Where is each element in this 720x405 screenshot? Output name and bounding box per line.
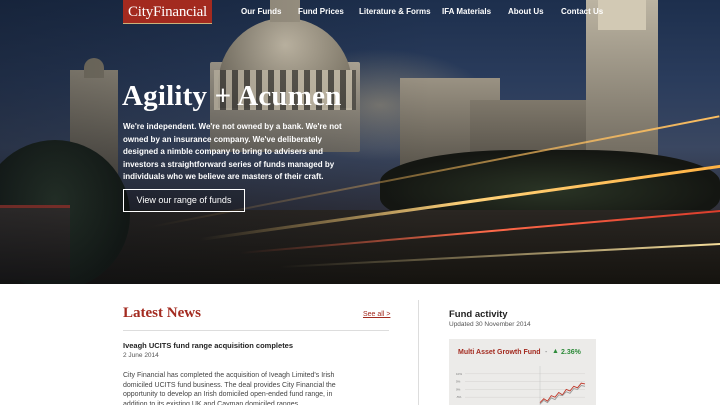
divider <box>123 330 389 331</box>
fund-updated-date: Updated 30 November 2014 <box>449 321 531 328</box>
latest-news-heading: Latest News <box>123 305 201 321</box>
fund-activity-heading: Fund activity <box>449 309 508 320</box>
nav-contact-us[interactable]: Contact Us <box>561 7 603 16</box>
logo[interactable]: CityFinancial <box>123 0 212 24</box>
hero-overlay <box>0 0 720 284</box>
news-body: City Financial has completed the acquisi… <box>123 372 336 405</box>
fund-separator: - <box>545 349 548 356</box>
y-tick-label: 10% <box>456 372 462 376</box>
y-tick-label: -5% <box>456 395 462 399</box>
chart-lines <box>539 382 586 405</box>
chart-ticks: 10% 5% 0% -5% <box>456 372 462 399</box>
nav-literature-forms[interactable]: Literature & Forms <box>359 7 431 16</box>
y-tick-label: 0% <box>456 387 461 391</box>
see-all-link[interactable]: See all > <box>363 311 390 318</box>
y-tick-label: 5% <box>456 380 461 384</box>
series-line-1 <box>539 382 586 403</box>
fund-name[interactable]: Multi Asset Growth Fund <box>458 349 541 356</box>
hero-title: Agility + Acumen <box>122 80 342 112</box>
column-divider <box>418 300 419 405</box>
nav-fund-prices[interactable]: Fund Prices <box>298 7 344 16</box>
hero-description: We're independent. We're not owned by a … <box>123 122 342 181</box>
view-funds-button[interactable]: View our range of funds <box>123 189 245 212</box>
nav-about-us[interactable]: About Us <box>508 7 544 16</box>
chart-grid <box>465 366 585 405</box>
nav-ifa-materials[interactable]: IFA Materials <box>442 7 491 16</box>
fund-performance-chart: 10% 5% 0% -5% <box>456 366 586 405</box>
up-arrow-icon: ▲ <box>552 348 559 355</box>
fund-change: 2.36% <box>561 349 581 356</box>
news-headline[interactable]: Iveagh UCITS fund range acquisition comp… <box>123 341 293 350</box>
news-date: 2 June 2014 <box>123 352 159 359</box>
hero-banner <box>0 0 720 284</box>
nav-our-funds[interactable]: Our Funds <box>241 7 281 16</box>
